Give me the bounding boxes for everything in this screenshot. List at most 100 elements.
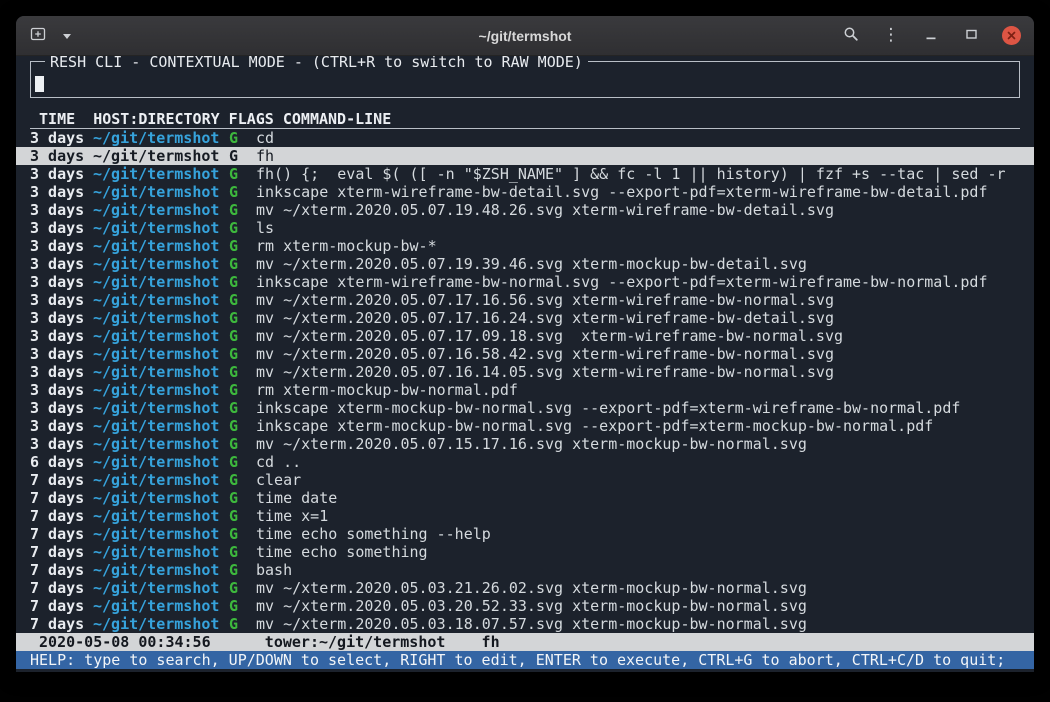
row-host-directory: ~/git/termshot <box>93 165 229 183</box>
history-row[interactable]: 7 days~/git/termshotGmv ~/xterm.2020.05.… <box>16 597 1034 615</box>
titlebar-right-group: ⋮ <box>838 23 1024 49</box>
row-host-directory: ~/git/termshot <box>93 345 229 363</box>
history-row[interactable]: 3 days~/git/termshotGmv ~/xterm.2020.05.… <box>16 255 1034 273</box>
history-row[interactable]: 3 days~/git/termshotGls <box>16 219 1034 237</box>
row-command: time echo something --help <box>256 525 491 543</box>
row-flags: G <box>229 291 256 309</box>
row-command: inkscape xterm-mockup-bw-normal.svg --ex… <box>256 417 933 435</box>
close-button[interactable] <box>998 23 1024 49</box>
row-time: 3 days <box>30 255 93 273</box>
history-row[interactable]: 7 days~/git/termshotGtime echo something… <box>16 525 1034 543</box>
row-host-directory: ~/git/termshot <box>93 579 229 597</box>
history-row[interactable]: 3 days~/git/termshotGinkscape xterm-mock… <box>16 399 1034 417</box>
row-command: time date <box>256 489 337 507</box>
history-row[interactable]: 3 days~/git/termshotGmv ~/xterm.2020.05.… <box>16 291 1034 309</box>
row-command: rm xterm-mockup-bw-* <box>256 237 437 255</box>
search-button[interactable] <box>838 23 864 49</box>
row-flags: G <box>229 363 256 381</box>
row-flags: G <box>229 147 256 165</box>
row-time: 7 days <box>30 543 93 561</box>
row-time: 3 days <box>30 273 93 291</box>
row-time: 7 days <box>30 561 93 579</box>
row-time: 7 days <box>30 615 93 633</box>
row-flags: G <box>229 561 256 579</box>
row-host-directory: ~/git/termshot <box>93 237 229 255</box>
terminal-content[interactable]: RESH CLI - CONTEXTUAL MODE - (CTRL+R to … <box>16 56 1034 671</box>
row-command: time x=1 <box>256 507 328 525</box>
row-host-directory: ~/git/termshot <box>93 489 229 507</box>
row-time: 3 days <box>30 309 93 327</box>
row-host-directory: ~/git/termshot <box>93 327 229 345</box>
history-row[interactable]: 3 days~/git/termshotGmv ~/xterm.2020.05.… <box>16 327 1034 345</box>
history-row[interactable]: 3 days~/git/termshotGfh() {; eval $( ([ … <box>16 165 1034 183</box>
history-row[interactable]: 3 days~/git/termshotGinkscape xterm-wire… <box>16 273 1034 291</box>
row-command: mv ~/xterm.2020.05.07.16.58.42.svg xterm… <box>256 345 834 363</box>
row-flags: G <box>229 255 256 273</box>
row-host-directory: ~/git/termshot <box>93 453 229 471</box>
row-time: 7 days <box>30 579 93 597</box>
history-row[interactable]: 3 days~/git/termshotGmv ~/xterm.2020.05.… <box>16 201 1034 219</box>
row-command: mv ~/xterm.2020.05.07.17.09.18.svg xterm… <box>256 327 843 345</box>
row-command: cd <box>256 129 274 147</box>
row-time: 3 days <box>30 165 93 183</box>
help-line: HELP: type to search, UP/DOWN to select,… <box>16 651 1034 669</box>
row-flags: G <box>229 471 256 489</box>
minimize-button[interactable] <box>918 23 944 49</box>
row-time: 6 days <box>30 453 93 471</box>
row-host-directory: ~/git/termshot <box>93 525 229 543</box>
text-cursor <box>35 76 44 92</box>
row-command: time echo something <box>256 543 428 561</box>
history-row[interactable]: 3 days~/git/termshotGrm xterm-mockup-bw-… <box>16 381 1034 399</box>
history-row[interactable]: 7 days~/git/termshotGmv ~/xterm.2020.05.… <box>16 579 1034 597</box>
tab-dropdown-button[interactable] <box>54 23 80 49</box>
history-row-selected[interactable]: 3 days~/git/termshotGfh <box>16 147 1034 165</box>
history-row[interactable]: 7 days~/git/termshotGmv ~/xterm.2020.05.… <box>16 615 1034 633</box>
row-command: mv ~/xterm.2020.05.03.20.52.33.svg xterm… <box>256 597 807 615</box>
row-flags: G <box>229 381 256 399</box>
row-command: mv ~/xterm.2020.05.03.18.07.57.svg xterm… <box>256 615 807 633</box>
row-host-directory: ~/git/termshot <box>93 399 229 417</box>
new-tab-button[interactable] <box>26 23 52 49</box>
row-command: mv ~/xterm.2020.05.07.17.16.56.svg xterm… <box>256 291 834 309</box>
row-flags: G <box>229 417 256 435</box>
row-host-directory: ~/git/termshot <box>93 507 229 525</box>
minimize-icon <box>925 27 937 44</box>
history-row[interactable]: 3 days~/git/termshotGmv ~/xterm.2020.05.… <box>16 435 1034 453</box>
history-row[interactable]: 3 days~/git/termshotGcd <box>16 129 1034 147</box>
row-command: bash <box>256 561 292 579</box>
history-row[interactable]: 7 days~/git/termshotGtime x=1 <box>16 507 1034 525</box>
row-flags: G <box>229 543 256 561</box>
row-flags: G <box>229 453 256 471</box>
row-host-directory: ~/git/termshot <box>93 471 229 489</box>
search-icon <box>843 26 859 45</box>
history-row[interactable]: 3 days~/git/termshotGmv ~/xterm.2020.05.… <box>16 345 1034 363</box>
history-row[interactable]: 6 days~/git/termshotGcd .. <box>16 453 1034 471</box>
row-host-directory: ~/git/termshot <box>93 417 229 435</box>
titlebar[interactable]: ~/git/termshot ⋮ <box>16 16 1034 56</box>
row-command: inkscape xterm-mockup-bw-normal.svg --ex… <box>256 399 960 417</box>
new-tab-icon <box>30 26 48 45</box>
history-row[interactable]: 3 days~/git/termshotGrm xterm-mockup-bw-… <box>16 237 1034 255</box>
restore-button[interactable] <box>958 23 984 49</box>
row-flags: G <box>229 129 256 147</box>
history-row[interactable]: 3 days~/git/termshotGmv ~/xterm.2020.05.… <box>16 363 1034 381</box>
history-row[interactable]: 7 days~/git/termshotGtime echo something <box>16 543 1034 561</box>
row-host-directory: ~/git/termshot <box>93 273 229 291</box>
history-row[interactable]: 3 days~/git/termshotGinkscape xterm-wire… <box>16 183 1034 201</box>
row-command: fh() {; eval $( ([ -n "$ZSH_NAME" ] && f… <box>256 165 1006 183</box>
row-time: 7 days <box>30 489 93 507</box>
search-input[interactable]: RESH CLI - CONTEXTUAL MODE - (CTRL+R to … <box>30 61 1020 98</box>
desktop-background: ~/git/termshot ⋮ <box>0 0 1050 702</box>
row-host-directory: ~/git/termshot <box>93 561 229 579</box>
history-row[interactable]: 7 days~/git/termshotGbash <box>16 561 1034 579</box>
history-row[interactable]: 3 days~/git/termshotGmv ~/xterm.2020.05.… <box>16 309 1034 327</box>
history-row[interactable]: 7 days~/git/termshotGclear <box>16 471 1034 489</box>
row-command: inkscape xterm-wireframe-bw-normal.svg -… <box>256 273 988 291</box>
menu-button[interactable]: ⋮ <box>878 23 904 49</box>
row-flags: G <box>229 165 256 183</box>
row-command: fh <box>256 147 274 165</box>
row-host-directory: ~/git/termshot <box>93 219 229 237</box>
row-command: ls <box>256 219 274 237</box>
history-row[interactable]: 3 days~/git/termshotGinkscape xterm-mock… <box>16 417 1034 435</box>
history-row[interactable]: 7 days~/git/termshotGtime date <box>16 489 1034 507</box>
